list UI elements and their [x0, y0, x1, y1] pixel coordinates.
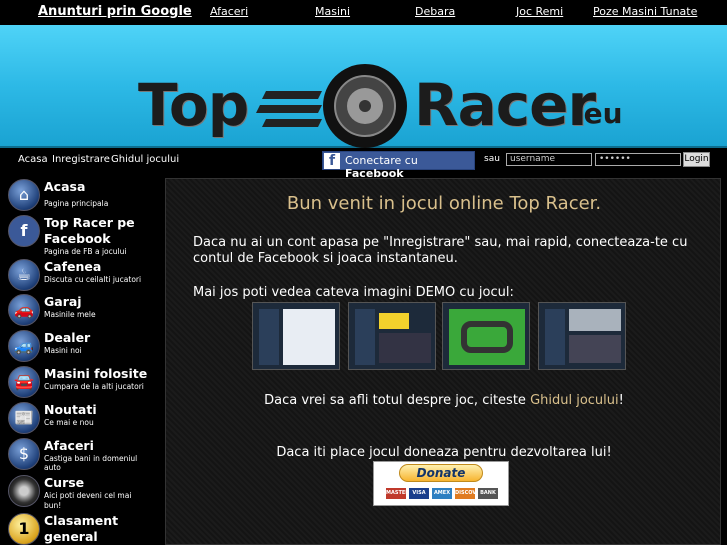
welcome-heading: Bun venit in jocul online Top Racer. — [286, 193, 602, 214]
dollar-icon: $ — [8, 438, 40, 470]
sidebar-item-subtitle: Pagina de FB a jocului — [44, 247, 127, 256]
sidebar-item-title: Clasament general — [44, 513, 119, 544]
top-link-poze-masini[interactable]: Poze Masini Tunate — [593, 5, 697, 18]
facebook-connect-button[interactable]: f Conectare cu Facebook — [322, 151, 475, 180]
demo-screenshot-1[interactable] — [252, 302, 340, 370]
sidebar-item-title: Dealer — [44, 330, 91, 345]
wheel-icon — [8, 475, 40, 507]
facebook-connect-label: Conectare cu Facebook — [345, 154, 418, 180]
top-link-afaceri[interactable]: Afaceri — [210, 5, 248, 18]
nav-ghidul-jocului[interactable]: Ghidul jocului — [111, 154, 179, 165]
sidebar-item-subtitle: Masini noi — [44, 346, 82, 355]
dealer-car-icon: 🚙 — [8, 330, 40, 362]
demo-screenshot-4[interactable] — [538, 302, 626, 370]
guide-line: Daca vrei sa afli totul despre joc, cite… — [264, 393, 624, 408]
demo-screenshot-3[interactable] — [442, 302, 530, 370]
sidebar-item-title: Top Racer pe Facebook — [44, 215, 135, 246]
main-content: Bun venit in jocul online Top Racer. Dac… — [165, 178, 721, 545]
demo-screenshot-2[interactable] — [348, 302, 436, 370]
facebook-icon: f — [324, 153, 340, 169]
top-link-joc-remi[interactable]: Joc Remi — [516, 5, 563, 18]
site-banner[interactable]: Top Racer .eu — [0, 25, 727, 148]
sidebar-item-subtitle: Castiga bani in domeniul auto — [44, 454, 138, 472]
password-input[interactable]: •••••• — [595, 153, 681, 166]
tire-logo-icon — [323, 64, 407, 148]
sidebar-item-subtitle: Aici poti deveni cel mai bun! — [44, 491, 132, 510]
donate-line: Daca iti place jocul doneaza pentru dezv… — [276, 445, 612, 460]
ads-by-google-link[interactable]: Anunturi prin Google — [38, 4, 192, 19]
sidebar-item-title: Cafenea — [44, 259, 102, 274]
sidebar-item-title: Curse — [44, 475, 85, 490]
sidebar-item-title: Garaj — [44, 294, 82, 309]
login-button[interactable]: Login — [683, 152, 710, 167]
top-bar: Anunturi prin Google Afaceri Masini Deba… — [0, 0, 727, 25]
or-label: sau — [484, 154, 500, 164]
paypal-donate-box[interactable]: Donate MASTER VISA AMEX DISCOVER BANK — [373, 461, 509, 506]
nav-acasa[interactable]: Acasa — [18, 154, 48, 165]
sidebar-menu: ⌂ Acasa Pagina principala f Top Racer pe… — [0, 175, 164, 545]
coffee-icon: ☕ — [8, 259, 40, 291]
sidebar-item-title: Acasa — [44, 179, 86, 194]
visa-icon: VISA — [409, 488, 429, 499]
house-icon: ⌂ — [8, 179, 40, 211]
sidebar-item-subtitle: Discuta cu ceilalti jucatori — [44, 275, 142, 284]
speed-stripes-icon — [256, 91, 322, 127]
demo-paragraph: Mai jos poti vedea cateva imagini DEMO c… — [193, 285, 514, 300]
sidebar-item-subtitle: Ce mai e nou — [44, 418, 94, 427]
username-input[interactable]: username — [506, 153, 592, 166]
discover-icon: DISCOVER — [455, 488, 484, 499]
sidebar-item-subtitle: Cumpara de la alti jucatori — [44, 382, 144, 391]
sidebar-item-title: Afaceri — [44, 438, 94, 453]
mastercard-icon: MASTER — [386, 488, 409, 499]
newspaper-icon: 📰 — [8, 402, 40, 434]
sidebar-item-title: Masini folosite — [44, 366, 148, 381]
guide-link[interactable]: Ghidul jocului — [530, 393, 619, 408]
amex-icon: AMEX — [432, 488, 452, 499]
donate-button[interactable]: Donate — [399, 464, 483, 482]
used-car-icon: 🚘 — [8, 366, 40, 398]
intro-paragraph: Daca nu ai un cont apasa pe "Inregistrar… — [193, 235, 688, 266]
logo-word-racer: Racer — [414, 71, 596, 139]
sidebar-item-subtitle: Masinile mele — [44, 310, 96, 319]
sidebar-item-subtitle: Pagina principala — [44, 199, 109, 208]
logo-word-top: Top — [138, 71, 249, 139]
sidebar-item-title: Noutati — [44, 402, 97, 417]
nav-inregistrare[interactable]: Inregistrare — [52, 154, 110, 165]
bank-icon: BANK — [478, 488, 498, 499]
top-link-debara[interactable]: Debara — [415, 5, 455, 18]
facebook-icon: f — [8, 215, 40, 247]
garage-car-icon: 🚗 — [8, 294, 40, 326]
top-link-masini[interactable]: Masini — [315, 5, 350, 18]
medal-icon: 1 — [8, 513, 40, 545]
logo-domain-eu: .eu — [573, 97, 623, 130]
